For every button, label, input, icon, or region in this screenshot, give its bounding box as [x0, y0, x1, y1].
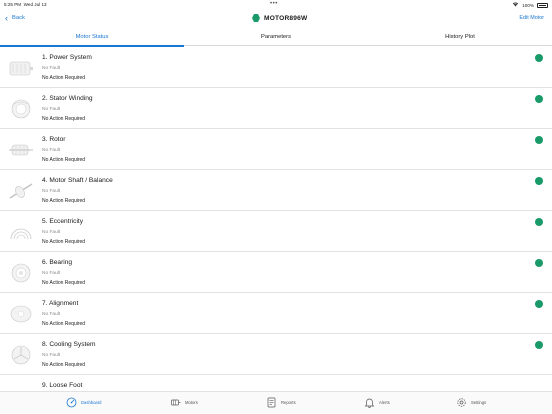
multitasking-dots[interactable]: ••• [270, 1, 278, 7]
status-indicator [535, 54, 543, 62]
back-label: Back [12, 15, 25, 21]
status-indicator [535, 218, 543, 226]
gear-icon [456, 397, 467, 408]
loose-foot-icon [8, 384, 34, 391]
item-fault: No Fault [42, 230, 61, 235]
dashboard-icon [66, 397, 77, 408]
item-action: No Action Required [42, 75, 86, 81]
battery-percent: 100% [522, 3, 534, 8]
item-action: No Action Required [42, 116, 86, 122]
edit-motor-button[interactable]: Edit Motor [519, 15, 544, 21]
status-indicator [535, 300, 543, 308]
item-title: 5. Eccentricity [42, 218, 84, 225]
back-button[interactable]: ‹ Back [5, 13, 25, 23]
status-indicator [535, 177, 543, 185]
rotor-icon [8, 138, 34, 162]
list-item[interactable]: 8. Cooling System No Fault No Action Req… [0, 334, 552, 375]
item-title: 7. Alignment [42, 300, 79, 307]
bottom-tab-label: Alerts [379, 400, 390, 405]
item-fault: No Fault [42, 66, 61, 71]
status-indicator [535, 136, 543, 144]
bottom-tab-label: Reports [281, 400, 296, 405]
chevron-left-icon: ‹ [5, 13, 8, 23]
list-item[interactable]: 9. Loose Foot [0, 375, 552, 391]
bottom-tab-settings[interactable]: Settings [456, 397, 486, 408]
battery-icon [537, 3, 548, 8]
motor-status-list[interactable]: 1. Power System No Fault No Action Requi… [0, 47, 552, 391]
item-title: 9. Loose Foot [42, 382, 83, 389]
list-item[interactable]: 6. Bearing No Fault No Action Required [0, 252, 552, 293]
item-action: No Action Required [42, 362, 86, 368]
bottom-tab-label: Settings [471, 400, 487, 405]
status-indicator [535, 95, 543, 103]
item-title: 6. Bearing [42, 259, 73, 266]
item-fault: No Fault [42, 107, 61, 112]
status-time: 5:25 PM Wed Jul 13 [4, 2, 47, 7]
stator-winding-icon [8, 97, 34, 121]
item-action: No Action Required [42, 239, 86, 245]
item-fault: No Fault [42, 312, 61, 317]
list-item[interactable]: 7. Alignment No Fault No Action Required [0, 293, 552, 334]
segmented-tabs: Motor Status Parameters History Plot [0, 30, 552, 47]
item-action: No Action Required [42, 157, 86, 163]
list-item[interactable]: 3. Rotor No Fault No Action Required [0, 129, 552, 170]
navigation-bar: ‹ Back MOTOR896W Edit Motor [0, 9, 552, 30]
tab-motor-status[interactable]: Motor Status [0, 30, 184, 47]
bottom-tab-bar: Dashboard Motors Reports Alerts Settings [0, 391, 552, 414]
bottom-tab-label: Dashboard [81, 400, 102, 405]
tab-parameters[interactable]: Parameters [184, 30, 368, 46]
item-fault: No Fault [42, 353, 61, 358]
item-fault: No Fault [42, 271, 61, 276]
bottom-tab-alerts[interactable]: Alerts [364, 397, 390, 408]
status-bar: 5:25 PM Wed Jul 13 ••• 100% [0, 0, 552, 9]
status-indicator [535, 259, 543, 267]
item-title: 4. Motor Shaft / Balance [42, 177, 113, 184]
cooling-system-icon [8, 343, 34, 367]
page-title: MOTOR896W [264, 14, 308, 22]
item-action: No Action Required [42, 198, 86, 204]
bearing-icon [8, 261, 34, 285]
alignment-icon [8, 302, 34, 326]
item-action: No Action Required [42, 280, 86, 286]
item-fault: No Fault [42, 189, 61, 194]
eccentricity-icon [8, 220, 34, 244]
wifi-icon [512, 2, 519, 9]
bottom-tab-reports[interactable]: Reports [266, 397, 296, 408]
reports-icon [266, 397, 277, 408]
item-title: 1. Power System [42, 54, 92, 61]
bell-icon [364, 397, 375, 408]
motor-shaft-icon [8, 179, 34, 203]
bottom-tab-label: Motors [185, 400, 198, 405]
item-title: 3. Rotor [42, 136, 66, 143]
bottom-tab-dashboard[interactable]: Dashboard [66, 397, 102, 408]
bottom-tab-motors[interactable]: Motors [170, 397, 198, 408]
item-action: No Action Required [42, 321, 86, 327]
page-title-group: MOTOR896W [252, 14, 307, 22]
motors-icon [170, 397, 181, 408]
list-item[interactable]: 1. Power System No Fault No Action Requi… [0, 47, 552, 88]
status-indicator [535, 341, 543, 349]
status-right: 100% [512, 2, 548, 9]
tab-history-plot[interactable]: History Plot [368, 30, 552, 46]
list-item[interactable]: 5. Eccentricity No Fault No Action Requi… [0, 211, 552, 252]
item-title: 2. Stator Winding [42, 95, 93, 102]
motor-housing-icon [8, 56, 34, 80]
list-item[interactable]: 2. Stator Winding No Fault No Action Req… [0, 88, 552, 129]
item-fault: No Fault [42, 148, 61, 153]
list-item[interactable]: 4. Motor Shaft / Balance No Fault No Act… [0, 170, 552, 211]
motor-hexagon-icon [252, 14, 260, 22]
item-title: 8. Cooling System [42, 341, 96, 348]
